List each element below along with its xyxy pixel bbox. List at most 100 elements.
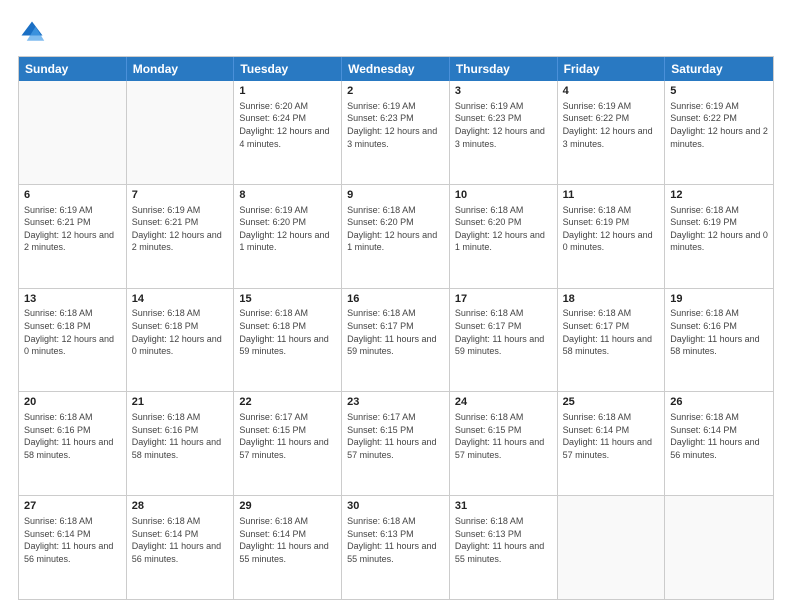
header-day-monday: Monday (127, 57, 235, 81)
day-number: 24 (455, 395, 552, 410)
calendar-cell: 6Sunrise: 6:19 AM Sunset: 6:21 PM Daylig… (19, 185, 127, 288)
calendar-cell: 18Sunrise: 6:18 AM Sunset: 6:17 PM Dayli… (558, 289, 666, 392)
day-number: 28 (132, 499, 229, 514)
day-info: Sunrise: 6:18 AM Sunset: 6:14 PM Dayligh… (563, 411, 660, 461)
day-number: 17 (455, 292, 552, 307)
calendar-cell: 9Sunrise: 6:18 AM Sunset: 6:20 PM Daylig… (342, 185, 450, 288)
day-number: 19 (670, 292, 768, 307)
day-number: 21 (132, 395, 229, 410)
calendar-cell: 3Sunrise: 6:19 AM Sunset: 6:23 PM Daylig… (450, 81, 558, 184)
day-number: 2 (347, 84, 444, 99)
day-info: Sunrise: 6:18 AM Sunset: 6:14 PM Dayligh… (132, 515, 229, 565)
day-number: 27 (24, 499, 121, 514)
day-number: 10 (455, 188, 552, 203)
day-number: 20 (24, 395, 121, 410)
day-number: 5 (670, 84, 768, 99)
day-number: 31 (455, 499, 552, 514)
calendar-row-1: 1Sunrise: 6:20 AM Sunset: 6:24 PM Daylig… (19, 81, 773, 184)
day-number: 4 (563, 84, 660, 99)
calendar-row-3: 13 Sunrise: 6:18 AM Sunset: 6:18 PM Dayli… (19, 288, 773, 392)
calendar-row-2: 6 Sunrise: 6:19 AM Sunset: 6:21 PM Daylig… (19, 184, 773, 288)
calendar-cell: 15Sunrise: 6:18 AM Sunset: 6:18 PM Dayli… (234, 289, 342, 392)
day-info: Sunrise: 6:18 AM Sunset: 6:20 PM Dayligh… (347, 204, 444, 254)
day-info: Sunrise: 6:19 AM Sunset: 6:23 PM Dayligh… (347, 100, 444, 150)
day-number: 13 (24, 292, 121, 307)
day-number: 1 (239, 84, 336, 99)
header (18, 18, 774, 46)
day-number: 25 (563, 395, 660, 410)
day-number: 6 (24, 188, 121, 203)
calendar-row-5: 27Sunrise: 6:18 AM Sunset: 6:14 PM Dayli… (19, 495, 773, 599)
day-number: 7 (132, 188, 229, 203)
calendar-cell: 16Sunrise: 6:18 AM Sunset: 6:17 PM Dayli… (342, 289, 450, 392)
day-number: 22 (239, 395, 336, 410)
calendar-cell: 23Sunrise: 6:17 AM Sunset: 6:15 PM Dayli… (342, 392, 450, 495)
day-number: 11 (563, 188, 660, 203)
header-day-saturday: Saturday (665, 57, 773, 81)
day-info: Sunrise: 6:18 AM Sunset: 6:17 PM Dayligh… (455, 307, 552, 357)
calendar-cell: 25Sunrise: 6:18 AM Sunset: 6:14 PM Dayli… (558, 392, 666, 495)
day-number: 3 (455, 84, 552, 99)
calendar-cell: 31Sunrise: 6:18 AM Sunset: 6:13 PM Dayli… (450, 496, 558, 599)
day-info: Sunrise: 6:18 AM Sunset: 6:15 PM Dayligh… (455, 411, 552, 461)
day-info: Sunrise: 6:18 AM Sunset: 6:14 PM Dayligh… (670, 411, 768, 461)
day-number: 14 (132, 292, 229, 307)
day-info: Sunrise: 6:18 AM Sunset: 6:13 PM Dayligh… (347, 515, 444, 565)
day-info: Sunrise: 6:18 AM Sunset: 6:16 PM Dayligh… (24, 411, 121, 461)
day-info: Sunrise: 6:18 AM Sunset: 6:19 PM Dayligh… (670, 204, 768, 254)
day-info: Sunrise: 6:18 AM Sunset: 6:19 PM Dayligh… (563, 204, 660, 254)
calendar-cell (665, 496, 773, 599)
calendar: SundayMondayTuesdayWednesdayThursdayFrid… (18, 56, 774, 600)
calendar-cell: 26Sunrise: 6:18 AM Sunset: 6:14 PM Dayli… (665, 392, 773, 495)
day-info: Sunrise: 6:17 AM Sunset: 6:15 PM Dayligh… (347, 411, 444, 461)
calendar-cell: 27Sunrise: 6:18 AM Sunset: 6:14 PM Dayli… (19, 496, 127, 599)
logo (18, 18, 50, 46)
day-info: Sunrise: 6:19 AM Sunset: 6:22 PM Dayligh… (670, 100, 768, 150)
day-number: 16 (347, 292, 444, 307)
calendar-cell: 22Sunrise: 6:17 AM Sunset: 6:15 PM Dayli… (234, 392, 342, 495)
calendar-cell (19, 81, 127, 184)
day-info: Sunrise: 6:18 AM Sunset: 6:13 PM Dayligh… (455, 515, 552, 565)
calendar-cell: 10Sunrise: 6:18 AM Sunset: 6:20 PM Dayli… (450, 185, 558, 288)
day-number: 8 (239, 188, 336, 203)
day-info: Sunrise: 6:18 AM Sunset: 6:18 PM Dayligh… (132, 307, 229, 357)
calendar-cell: 1Sunrise: 6:20 AM Sunset: 6:24 PM Daylig… (234, 81, 342, 184)
logo-icon (18, 18, 46, 46)
day-number: 12 (670, 188, 768, 203)
day-info: Sunrise: 6:18 AM Sunset: 6:14 PM Dayligh… (239, 515, 336, 565)
calendar-cell: 17Sunrise: 6:18 AM Sunset: 6:17 PM Dayli… (450, 289, 558, 392)
calendar-cell (558, 496, 666, 599)
day-number: 23 (347, 395, 444, 410)
day-number: 30 (347, 499, 444, 514)
day-info: Sunrise: 6:19 AM Sunset: 6:20 PM Dayligh… (239, 204, 336, 254)
day-info: Sunrise: 6:18 AM Sunset: 6:20 PM Dayligh… (455, 204, 552, 254)
calendar-cell: 11Sunrise: 6:18 AM Sunset: 6:19 PM Dayli… (558, 185, 666, 288)
calendar-cell: 5Sunrise: 6:19 AM Sunset: 6:22 PM Daylig… (665, 81, 773, 184)
calendar-cell: 4Sunrise: 6:19 AM Sunset: 6:22 PM Daylig… (558, 81, 666, 184)
day-info: Sunrise: 6:19 AM Sunset: 6:21 PM Dayligh… (132, 204, 229, 254)
calendar-header: SundayMondayTuesdayWednesdayThursdayFrid… (19, 57, 773, 81)
day-info: Sunrise: 6:20 AM Sunset: 6:24 PM Dayligh… (239, 100, 336, 150)
header-day-tuesday: Tuesday (234, 57, 342, 81)
day-info: Sunrise: 6:18 AM Sunset: 6:17 PM Dayligh… (563, 307, 660, 357)
calendar-row-4: 20Sunrise: 6:18 AM Sunset: 6:16 PM Dayli… (19, 391, 773, 495)
calendar-cell: 13Sunrise: 6:18 AM Sunset: 6:18 PM Dayli… (19, 289, 127, 392)
calendar-cell: 7Sunrise: 6:19 AM Sunset: 6:21 PM Daylig… (127, 185, 235, 288)
calendar-cell: 21Sunrise: 6:18 AM Sunset: 6:16 PM Dayli… (127, 392, 235, 495)
calendar-body: 1Sunrise: 6:20 AM Sunset: 6:24 PM Daylig… (19, 81, 773, 599)
header-day-friday: Friday (558, 57, 666, 81)
day-info: Sunrise: 6:18 AM Sunset: 6:18 PM Dayligh… (239, 307, 336, 357)
day-number: 18 (563, 292, 660, 307)
calendar-cell: 8Sunrise: 6:19 AM Sunset: 6:20 PM Daylig… (234, 185, 342, 288)
day-info: Sunrise: 6:18 AM Sunset: 6:14 PM Dayligh… (24, 515, 121, 565)
calendar-cell: 12Sunrise: 6:18 AM Sunset: 6:19 PM Dayli… (665, 185, 773, 288)
calendar-cell: 30Sunrise: 6:18 AM Sunset: 6:13 PM Dayli… (342, 496, 450, 599)
day-info: Sunrise: 6:17 AM Sunset: 6:15 PM Dayligh… (239, 411, 336, 461)
calendar-cell: 2Sunrise: 6:19 AM Sunset: 6:23 PM Daylig… (342, 81, 450, 184)
day-info: Sunrise: 6:19 AM Sunset: 6:22 PM Dayligh… (563, 100, 660, 150)
header-day-wednesday: Wednesday (342, 57, 450, 81)
header-day-sunday: Sunday (19, 57, 127, 81)
day-info: Sunrise: 6:18 AM Sunset: 6:17 PM Dayligh… (347, 307, 444, 357)
day-number: 29 (239, 499, 336, 514)
calendar-cell: 19Sunrise: 6:18 AM Sunset: 6:16 PM Dayli… (665, 289, 773, 392)
